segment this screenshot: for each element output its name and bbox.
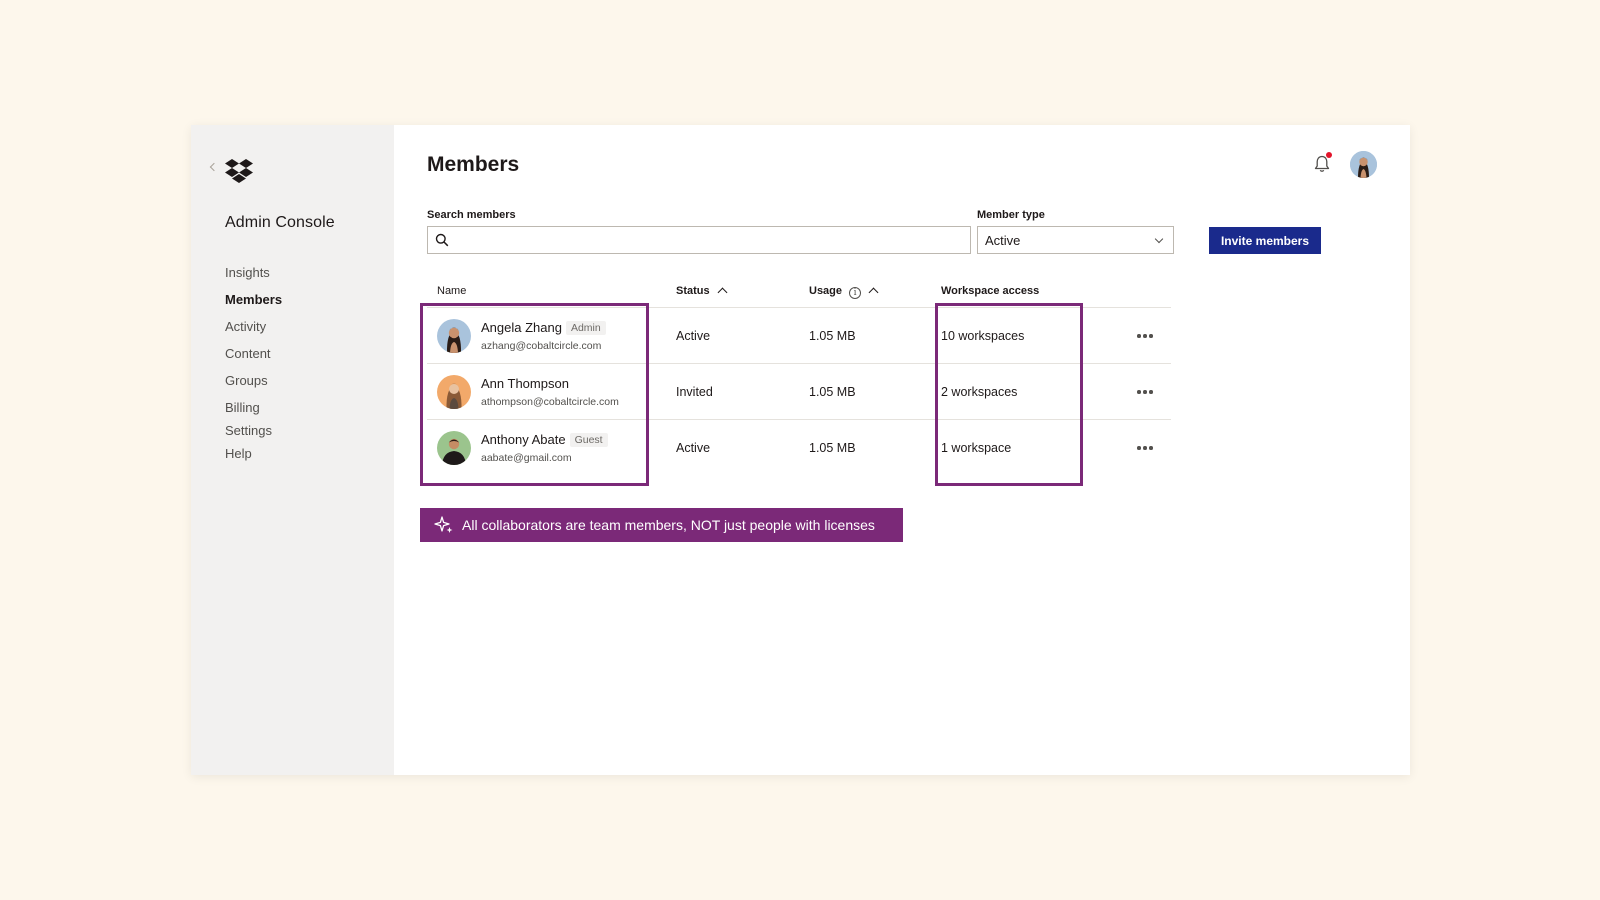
column-access-label: Workspace access [941, 285, 1040, 297]
sort-ascending-icon[interactable] [717, 287, 728, 298]
page-title: Members [427, 153, 520, 176]
info-icon[interactable]: i [849, 287, 862, 299]
member-name-text: Angela Zhang [481, 320, 562, 335]
sidebar-item-members[interactable]: Members [225, 292, 282, 319]
sidebar-item-groups[interactable]: Groups [225, 373, 282, 400]
sparkle-icon [434, 516, 453, 533]
sidebar-item-help[interactable]: Help [225, 446, 282, 469]
admin-console-window: Admin Console Insights Members Activity … [191, 125, 1410, 775]
dropbox-logo-icon[interactable] [224, 158, 254, 184]
role-badge: Guest [569, 433, 608, 447]
sidebar-nav: Insights Members Activity Content Groups… [225, 265, 282, 469]
callout-text: All collaborators are team members, NOT … [462, 517, 875, 533]
table-row[interactable]: Anthony Abate Guest aabate@gmail.com Acti… [427, 420, 1171, 476]
member-type-value: Active [985, 233, 1021, 248]
member-name: Ann Thompson [481, 376, 569, 391]
notification-dot [1326, 152, 1332, 158]
more-options-icon[interactable] [1137, 390, 1153, 394]
sidebar-item-insights[interactable]: Insights [225, 265, 282, 292]
table-row[interactable]: Ann Thompson athompson@cobaltcircle.com … [427, 364, 1171, 420]
user-avatar[interactable] [1350, 151, 1377, 178]
member-email: azhang@cobaltcircle.com [481, 340, 602, 352]
table-row[interactable]: Angela Zhang Admin azhang@cobaltcircle.co… [427, 308, 1171, 364]
chevron-down-icon [1154, 234, 1164, 244]
search-label: Search members [427, 209, 516, 221]
back-chevron-icon[interactable] [209, 162, 219, 172]
sort-ascending-icon[interactable] [868, 287, 879, 298]
sidebar-item-content[interactable]: Content [225, 346, 282, 373]
column-header-usage[interactable]: Usage i [809, 285, 879, 299]
column-header-workspace-access[interactable]: Workspace access [941, 285, 1039, 297]
sidebar-item-billing[interactable]: Billing [225, 400, 282, 423]
member-status: Active [676, 329, 711, 343]
sidebar-item-activity[interactable]: Activity [225, 319, 282, 346]
member-workspace-access: 10 workspaces [941, 329, 1025, 343]
member-usage: 1.05 MB [809, 329, 856, 343]
search-input[interactable] [456, 227, 966, 253]
column-name-label: Name [437, 285, 467, 297]
column-usage-label: Usage [809, 285, 843, 297]
avatar [437, 319, 471, 353]
member-email: athompson@cobaltcircle.com [481, 396, 619, 408]
sidebar: Admin Console Insights Members Activity … [191, 125, 394, 775]
sidebar-item-settings[interactable]: Settings [225, 423, 282, 446]
column-status-label: Status [676, 285, 710, 297]
column-header-status[interactable]: Status [676, 285, 728, 298]
more-options-icon[interactable] [1137, 334, 1153, 338]
invite-members-button[interactable]: Invite members [1209, 227, 1321, 254]
main-content: Members Search members Member type Activ… [394, 125, 1410, 775]
member-name: Angela Zhang Admin [481, 320, 606, 335]
member-name-text: Ann Thompson [481, 376, 569, 391]
callout-banner: All collaborators are team members, NOT … [420, 508, 903, 542]
avatar [437, 431, 471, 465]
member-usage: 1.05 MB [809, 441, 856, 455]
avatar [437, 375, 471, 409]
member-type-label: Member type [977, 209, 1045, 221]
member-name: Anthony Abate Guest [481, 432, 608, 447]
more-options-icon[interactable] [1137, 446, 1153, 450]
member-email: aabate@gmail.com [481, 452, 572, 464]
member-status: Invited [676, 385, 713, 399]
member-usage: 1.05 MB [809, 385, 856, 399]
member-workspace-access: 1 workspace [941, 441, 1012, 455]
search-icon [435, 233, 449, 247]
member-status: Active [676, 441, 711, 455]
column-header-name[interactable]: Name [437, 285, 466, 297]
member-name-text: Anthony Abate [481, 432, 566, 447]
member-workspace-access: 2 workspaces [941, 385, 1018, 399]
search-field[interactable] [427, 226, 971, 254]
role-badge: Admin [565, 321, 606, 335]
member-type-select[interactable]: Active [977, 226, 1174, 254]
console-title: Admin Console [225, 214, 335, 231]
